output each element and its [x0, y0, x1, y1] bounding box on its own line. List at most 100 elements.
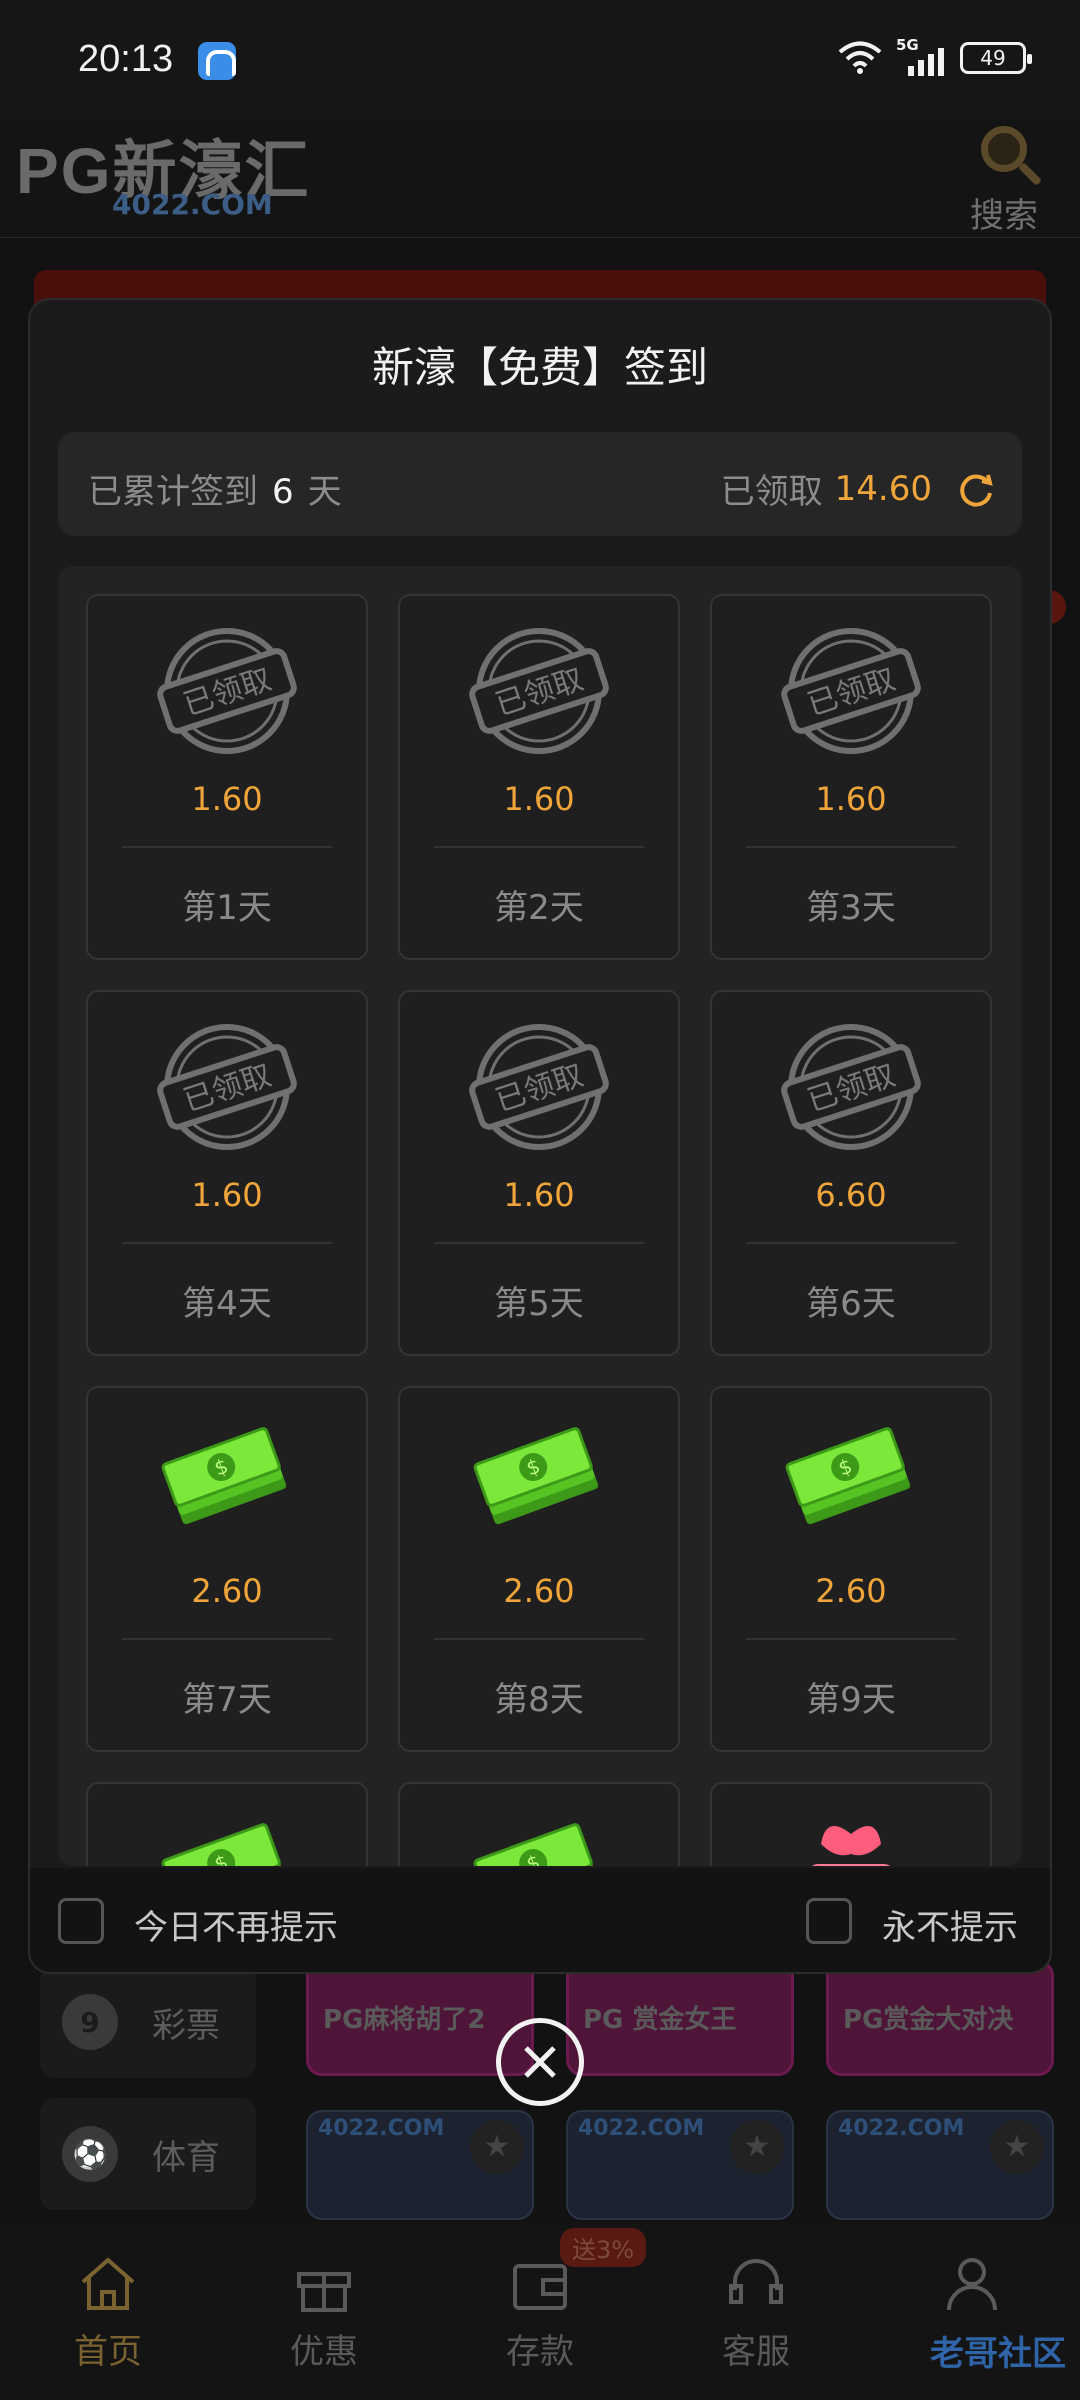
day-card[interactable]: 已领取 1.60 第2天	[398, 594, 680, 960]
never-remind-checkbox[interactable]	[806, 1898, 852, 1944]
gift-icon	[293, 2254, 355, 2314]
day-card[interactable]: $2.60 第7天	[86, 1386, 368, 1752]
home-icon	[77, 2254, 139, 2314]
dont-remind-today-label: 今日不再提示	[134, 1908, 338, 1948]
claimed-stamp-icon: 已领取	[712, 616, 990, 766]
day-card[interactable]: 已领取 1.60 第4天	[86, 990, 368, 1356]
game-card[interactable]: 4022.COM ★	[826, 2110, 1054, 2220]
cash-stack-icon: $	[400, 1408, 678, 1558]
dont-remind-today-checkbox[interactable]	[58, 1898, 104, 1944]
bottom-nav: 首页 优惠 存款 客服 我的	[0, 2222, 1080, 2400]
day-label: 第6天	[806, 1284, 896, 1324]
game-title: PG麻将胡了2	[323, 2005, 486, 2035]
modal-title: 新濠【免费】签到	[371, 343, 708, 392]
modal-footer: 今日不再提示 永不提示	[30, 1868, 1050, 1972]
day-card[interactable]: $2.60 第9天	[710, 1386, 992, 1752]
watermark: 老哥社区	[930, 2335, 1066, 2373]
battery-icon: 49	[960, 42, 1032, 74]
day-card[interactable]	[710, 1782, 992, 1866]
divider	[122, 1638, 332, 1640]
status-bar: 20:13 5G 49	[0, 0, 1080, 120]
checkin-modal: 新濠【免费】签到 已累计签到 6 天 已领取 14.60 已领取 1.60 第1天 已领取…	[28, 298, 1052, 1974]
claimed-stamp-icon: 已领取	[88, 1012, 366, 1162]
nav-home[interactable]: 首页	[0, 2222, 216, 2400]
day-reward-amount: 2.60	[191, 1572, 263, 1610]
nav-label: 首页	[74, 2332, 142, 2372]
claimed-stamp-icon: 已领取	[400, 616, 678, 766]
wallet-icon	[509, 2254, 571, 2314]
game-card[interactable]: 4022.COM ★	[306, 2110, 534, 2220]
user-icon	[941, 2254, 1003, 2314]
search-icon	[981, 126, 1027, 172]
category-label: 彩票	[152, 2005, 220, 2046]
accumulated-unit: 天	[307, 472, 342, 512]
claimed-stamp-icon: 已领取	[712, 1012, 990, 1162]
day-reward-amount: 1.60	[503, 1176, 575, 1214]
day-card[interactable]: 已领取 1.60 第3天	[710, 594, 992, 960]
divider	[434, 846, 644, 848]
day-label: 第9天	[806, 1680, 896, 1720]
day-reward-amount: 2.60	[503, 1572, 575, 1610]
app-header: PG新濠汇 4022.COM 搜索	[0, 120, 1080, 238]
close-modal-button[interactable]	[496, 2018, 584, 2106]
game-brand: 4022.COM	[318, 2116, 445, 2141]
game-card[interactable]: PG赏金大对决	[826, 1960, 1054, 2076]
day-label: 第3天	[806, 888, 896, 928]
cellular-signal-icon: 5G	[896, 36, 946, 76]
nav-label: 优惠	[290, 2332, 358, 2372]
day-reward-amount: 6.60	[815, 1176, 887, 1214]
soccer-ball-icon: ⚽	[62, 2126, 118, 2182]
accumulated-days: 已累计签到 6 天	[88, 464, 342, 513]
day-card[interactable]: 已领取 1.60 第1天	[86, 594, 368, 960]
divider	[122, 846, 332, 848]
wifi-icon	[838, 41, 882, 75]
category-lottery[interactable]: 9 彩票	[40, 1966, 256, 2078]
nav-label: 存款	[506, 2332, 574, 2372]
claimed-total: 已领取 14.60	[721, 464, 996, 513]
day-label: 第4天	[182, 1284, 272, 1324]
refresh-icon[interactable]	[956, 469, 996, 509]
day-card[interactable]: $	[86, 1782, 368, 1866]
claimed-label: 已领取	[720, 472, 823, 512]
divider	[746, 1638, 956, 1640]
day-label: 第5天	[494, 1284, 584, 1324]
game-title: PG 赏金女王	[583, 2005, 737, 2035]
day-card[interactable]: $	[398, 1782, 680, 1866]
search-label: 搜索	[970, 196, 1038, 236]
day-card[interactable]: $2.60 第8天	[398, 1386, 680, 1752]
game-card[interactable]: 4022.COM ★	[566, 2110, 794, 2220]
day-label: 第7天	[182, 1680, 272, 1720]
gift-box-icon	[712, 1804, 990, 1866]
cash-stack-icon: $	[712, 1408, 990, 1558]
day-card[interactable]: 已领取 1.60 第5天	[398, 990, 680, 1356]
game-card[interactable]: PG 赏金女王	[566, 1960, 794, 2076]
headset-icon	[725, 2254, 787, 2314]
favorite-star-icon[interactable]: ★	[990, 2120, 1044, 2174]
status-time: 20:13	[78, 38, 174, 80]
game-brand: 4022.COM	[838, 2116, 965, 2141]
day-card[interactable]: 已领取 6.60 第6天	[710, 990, 992, 1356]
app-notification-icon	[198, 42, 236, 80]
divider	[746, 846, 956, 848]
game-brand: 4022.COM	[578, 2116, 705, 2141]
day-reward-amount: 1.60	[191, 780, 263, 818]
checkin-grid: 已领取 1.60 第1天 已领取 1.60 第2天 已领取 1.60 第3天 已领取 1.60 第4天…	[58, 566, 1022, 1866]
logo-subtext: 4022.COM	[112, 188, 273, 221]
deposit-bonus-badge: 送3%	[560, 2228, 647, 2267]
day-reward-amount: 1.60	[191, 1176, 263, 1214]
favorite-star-icon[interactable]: ★	[730, 2120, 784, 2174]
day-reward-amount: 1.60	[815, 780, 887, 818]
day-label: 第8天	[494, 1680, 584, 1720]
divider	[434, 1638, 644, 1640]
checkin-summary: 已累计签到 6 天 已领取 14.60	[58, 432, 1022, 536]
search-button[interactable]: 搜索	[964, 120, 1044, 237]
category-sports[interactable]: ⚽ 体育	[40, 2098, 256, 2210]
category-label: 体育	[152, 2137, 220, 2178]
nav-promotions[interactable]: 优惠	[216, 2222, 432, 2400]
never-remind-label: 永不提示	[882, 1908, 1018, 1948]
nav-support[interactable]: 客服	[648, 2222, 864, 2400]
day-label: 第1天	[182, 888, 272, 928]
favorite-star-icon[interactable]: ★	[470, 2120, 524, 2174]
divider	[122, 1242, 332, 1244]
nav-label: 客服	[722, 2332, 790, 2372]
